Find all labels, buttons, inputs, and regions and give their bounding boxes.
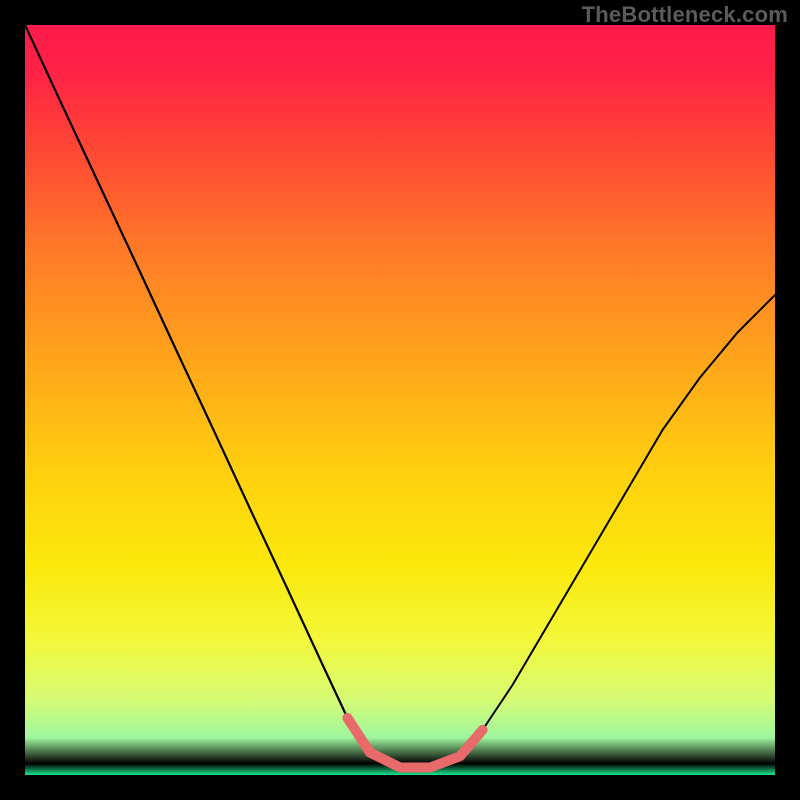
plot-area bbox=[25, 25, 775, 775]
gradient-background bbox=[25, 25, 775, 775]
curve-marker bbox=[343, 713, 353, 723]
chart-svg bbox=[25, 25, 775, 775]
curve-marker bbox=[478, 725, 488, 735]
chart-frame: TheBottleneck.com bbox=[0, 0, 800, 800]
